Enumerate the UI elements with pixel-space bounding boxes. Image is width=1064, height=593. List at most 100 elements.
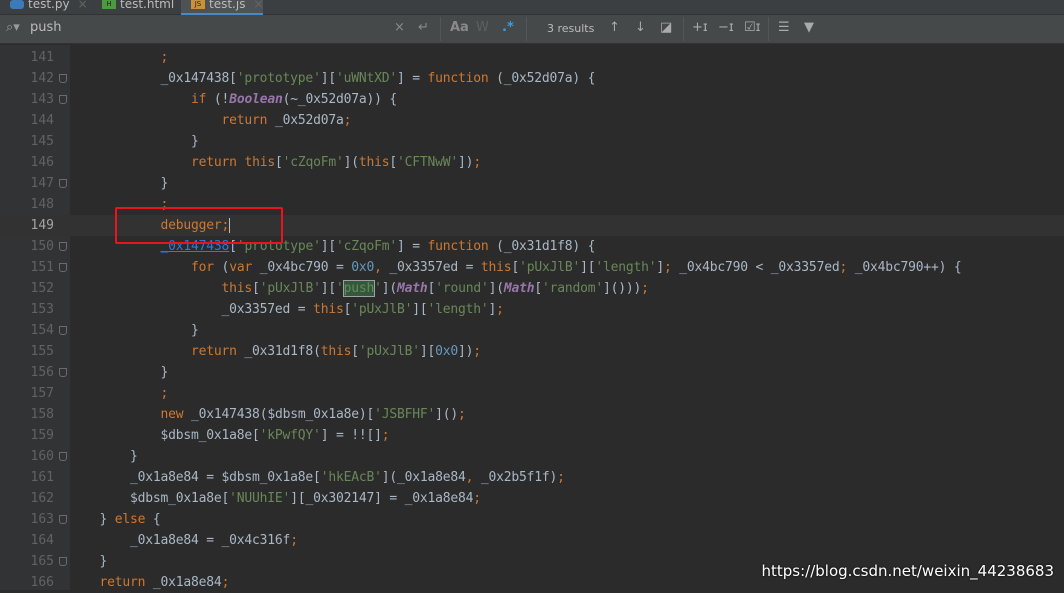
remove-occurrence-icon[interactable]: −ɪ	[718, 20, 734, 35]
code-line[interactable]: 153 _0x3357ed = this['pUxJlB']['length']…	[0, 299, 1064, 320]
code-text: return _0x31d1f8(this['pUxJlB'][0x0]);	[191, 344, 481, 359]
results-count: 3 results	[547, 22, 595, 35]
line-number: 146	[30, 155, 54, 170]
tab-test-html[interactable]: Htest.html×	[92, 0, 180, 15]
line-number: 165	[30, 554, 54, 569]
code-text: ;	[160, 386, 169, 401]
code-line[interactable]: 164 _0x1a8e84 = _0x4c316f;	[0, 530, 1064, 551]
code-text: for (var _0x4bc790 = 0x0, _0x3357ed = th…	[191, 260, 962, 275]
line-number: 156	[30, 365, 54, 380]
tab-test-py[interactable]: test.py ×	[0, 0, 90, 15]
code-text: new _0x147438($dbsm_0x1a8e)['JSBFHF']();	[160, 407, 466, 422]
watermark: https://blog.csdn.net/weixin_44238683	[761, 562, 1054, 580]
code-line[interactable]: 151 for (var _0x4bc790 = 0x0, _0x3357ed …	[0, 257, 1064, 278]
code-text: _0x1a8e84 = $dbsm_0x1a8e['hkEAcB'](_0x1a…	[69, 470, 565, 485]
search-input[interactable]: push	[30, 20, 62, 35]
match-case-button[interactable]: Aa	[450, 20, 469, 35]
code-line[interactable]: 156 }	[0, 362, 1064, 383]
clear-icon[interactable]: ×	[394, 20, 405, 35]
line-number: 150	[30, 239, 54, 254]
select-all-icon[interactable]: ◪	[660, 20, 672, 35]
close-icon[interactable]: ×	[78, 0, 88, 11]
code-line[interactable]: 163 } else {	[0, 509, 1064, 530]
line-number: 143	[30, 92, 54, 107]
fold-marker-icon[interactable]	[59, 242, 67, 251]
fold-marker-icon[interactable]	[59, 74, 67, 83]
code-line[interactable]: 146 return this['cZqoFm'](this['CFTNwW']…	[0, 152, 1064, 173]
divider	[683, 17, 684, 41]
line-number: 152	[30, 281, 54, 296]
code-line[interactable]: 147 }	[0, 173, 1064, 194]
code-text: return _0x52d07a;	[221, 113, 352, 128]
code-text: ;	[160, 50, 169, 65]
code-line[interactable]: 141 ;	[0, 47, 1064, 68]
code-text: return this['cZqoFm'](this['CFTNwW']);	[191, 155, 481, 170]
code-line[interactable]: 157 ;	[0, 383, 1064, 404]
new-line-icon[interactable]: ↵	[418, 20, 429, 35]
code-text: _0x1a8e84 = _0x4c316f;	[69, 533, 298, 548]
code-text: }	[69, 176, 169, 191]
editor-tabs: test.py× Htest.html× JStest.js×	[0, 0, 1064, 15]
filter-icon[interactable]: ▼	[804, 20, 814, 35]
code-line[interactable]: 142 _0x147438['prototype']['uWNtXD'] = f…	[0, 68, 1064, 89]
line-number: 162	[30, 491, 54, 506]
code-text: if (!Boolean(~_0x52d07a)) {	[191, 92, 397, 107]
line-number: 158	[30, 407, 54, 422]
code-line[interactable]: 162 $dbsm_0x1a8e['NUUhIE'][_0x302147] = …	[0, 488, 1064, 509]
words-button[interactable]: W	[476, 20, 489, 35]
code-text: }	[69, 323, 199, 338]
line-number: 141	[30, 50, 54, 65]
filter-lines-icon[interactable]: ☰	[778, 20, 790, 35]
tab-test-js[interactable]: JS test.js ×	[181, 0, 263, 15]
fold-marker-icon[interactable]	[59, 95, 67, 104]
arrow-down-icon[interactable]: ↓	[635, 20, 646, 35]
code-line[interactable]: 159 $dbsm_0x1a8e['kPwfQY'] = !![];	[0, 425, 1064, 446]
code-text: }	[69, 365, 169, 380]
divider	[526, 17, 527, 41]
fold-marker-icon[interactable]	[59, 326, 67, 335]
code-line[interactable]: 158 new _0x147438($dbsm_0x1a8e)['JSBFHF'…	[0, 404, 1064, 425]
fold-marker-icon[interactable]	[59, 452, 67, 461]
code-text: $dbsm_0x1a8e['kPwfQY'] = !![];	[69, 428, 390, 443]
code-editor[interactable]: 141 ; 142 _0x147438['prototype']['uWNtXD'…	[0, 47, 1064, 593]
fold-marker-icon[interactable]	[59, 515, 67, 524]
arrow-up-icon[interactable]: ↑	[609, 20, 620, 35]
find-bar: ⌕▾ push × ↵ Aa W .* 3 results ↑ ↓ ◪ +ɪ −…	[0, 15, 1064, 44]
html-icon: H	[102, 0, 116, 9]
divider	[768, 17, 769, 41]
search-match: push	[342, 280, 376, 297]
line-number: 155	[30, 344, 54, 359]
code-line[interactable]: 145 }	[0, 131, 1064, 152]
fold-marker-icon[interactable]	[59, 368, 67, 377]
fold-marker-icon[interactable]	[59, 263, 67, 272]
line-number: 160	[30, 449, 54, 464]
code-line[interactable]: 152 this['pUxJlB']['push'](Math['round']…	[0, 278, 1064, 299]
code-text: }	[69, 134, 199, 149]
code-line[interactable]: 160 }	[0, 446, 1064, 467]
toggle-occurrence-icon[interactable]: ☑ɪ	[744, 20, 761, 35]
search-icon[interactable]: ⌕▾	[6, 20, 20, 35]
add-occurrence-icon[interactable]: +ɪ	[692, 20, 708, 35]
line-number: 148	[30, 197, 54, 212]
fold-marker-icon[interactable]	[59, 179, 67, 188]
line-number: 159	[30, 428, 54, 443]
code-line[interactable]: 154 }	[0, 320, 1064, 341]
line-number: 144	[30, 113, 54, 128]
line-number: 154	[30, 323, 54, 338]
code-line[interactable]: 144 return _0x52d07a;	[0, 110, 1064, 131]
code-text: }	[69, 449, 138, 464]
code-text: } else {	[69, 512, 161, 527]
line-number: 142	[30, 71, 54, 86]
fold-marker-icon[interactable]	[59, 557, 67, 566]
code-line[interactable]: 161 _0x1a8e84 = $dbsm_0x1a8e['hkEAcB'](_…	[0, 467, 1064, 488]
regex-button[interactable]: .*	[502, 20, 514, 35]
code-line[interactable]: 155 return _0x31d1f8(this['pUxJlB'][0x0]…	[0, 341, 1064, 362]
line-number: 157	[30, 386, 54, 401]
close-icon[interactable]: ×	[253, 0, 263, 11]
line-number: 163	[30, 512, 54, 527]
line-number: 145	[30, 134, 54, 149]
code-text: $dbsm_0x1a8e['NUUhIE'][_0x302147] = _0x1…	[69, 491, 481, 506]
code-line[interactable]: 143 if (!Boolean(~_0x52d07a)) {	[0, 89, 1064, 110]
code-text: this['pUxJlB']['push'](Math['round'](Mat…	[221, 280, 649, 297]
line-number: 151	[30, 260, 54, 275]
